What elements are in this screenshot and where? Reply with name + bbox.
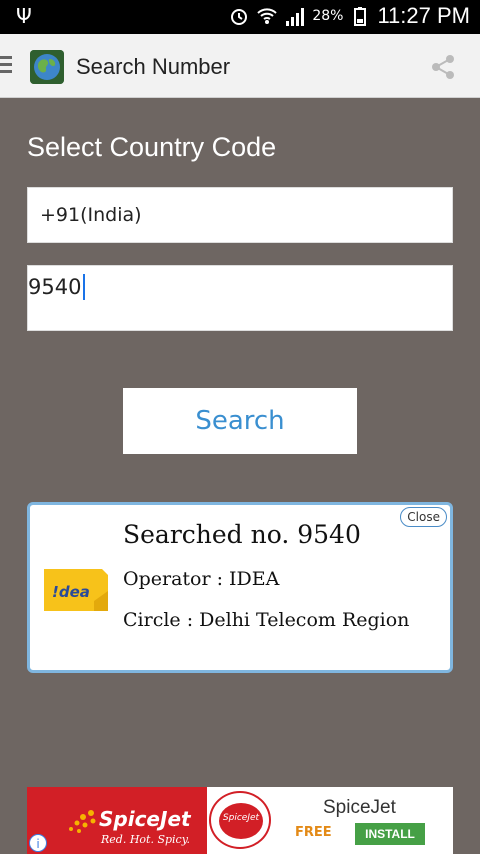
text-caret: [83, 274, 85, 300]
menu-icon[interactable]: [0, 56, 12, 74]
status-icons: 28% 11:27 PM: [228, 3, 470, 29]
close-button[interactable]: Close: [400, 507, 447, 527]
app-logo-globe: [30, 50, 64, 84]
ad-banner[interactable]: SpiceJet Red. Hot. Spicy. SpiceJet Spice…: [27, 787, 453, 854]
operator-text: Operator : IDEA: [123, 568, 280, 590]
wifi-icon: [257, 8, 278, 24]
number-input[interactable]: [28, 272, 452, 302]
ad-app-name: SpiceJet: [323, 797, 396, 818]
share-icon[interactable]: [428, 52, 458, 82]
searched-number: Searched no. 9540: [123, 520, 361, 549]
ad-free-label: FREE: [295, 825, 332, 840]
ad-brand-name: SpiceJet: [99, 807, 191, 831]
search-button[interactable]: Search: [123, 388, 357, 454]
result-card: Close !dea Searched no. 9540 Operator : …: [27, 502, 453, 673]
ad-app-icon-text: SpiceJet: [219, 803, 263, 839]
alarm-icon: [231, 9, 248, 25]
status-bar: Ψ 28% 11:27 PM: [0, 0, 480, 34]
select-country-heading: Select Country Code: [27, 132, 277, 162]
app-title: Search Number: [76, 54, 231, 79]
ad-tagline: Red. Hot. Spicy.: [101, 833, 190, 846]
usb-icon: Ψ: [16, 4, 32, 28]
ad-info-icon[interactable]: i: [29, 834, 47, 852]
clock: 11:27 PM: [377, 3, 470, 28]
country-code-value: +91(India): [40, 204, 142, 226]
number-field[interactable]: [27, 265, 453, 331]
country-code-select[interactable]: +91(India): [27, 187, 453, 243]
signal-icon: [286, 8, 305, 26]
idea-logo: !dea: [44, 569, 108, 611]
app-bar: Search Number: [0, 34, 480, 98]
ad-install-button[interactable]: INSTALL: [355, 823, 425, 845]
battery-icon: [354, 7, 367, 26]
spicejet-dots-icon: [69, 810, 96, 833]
ad-app-icon: SpiceJet: [209, 791, 271, 849]
ad-brand-panel: SpiceJet Red. Hot. Spicy.: [27, 787, 207, 854]
circle-text: Circle : Delhi Telecom Region: [123, 609, 410, 631]
battery-percent: 28%: [312, 8, 344, 24]
idea-logo-text: !dea: [52, 583, 90, 601]
